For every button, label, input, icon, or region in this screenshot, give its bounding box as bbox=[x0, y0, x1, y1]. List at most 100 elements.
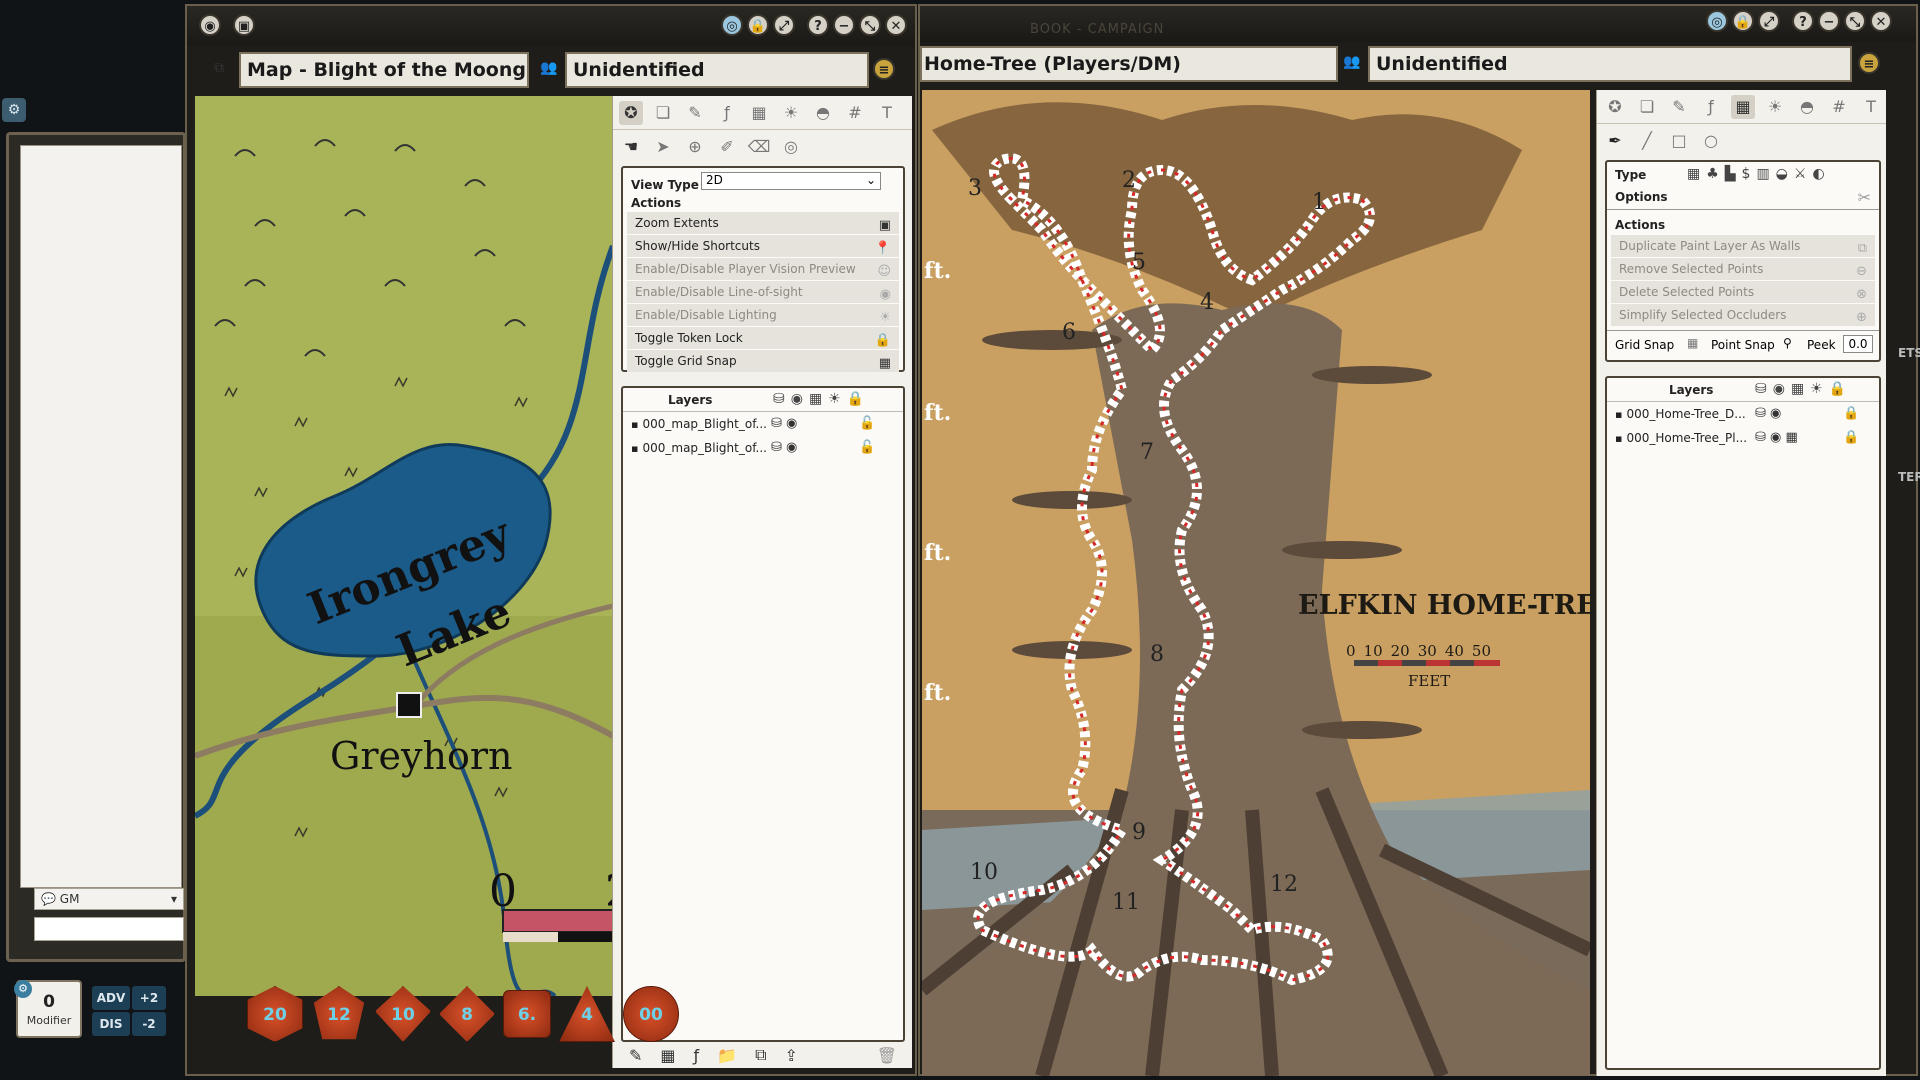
layer-item[interactable]: ▪ 000_Home-Tree_Pl... ⛁ ◉ ▦ 🔒 bbox=[1607, 426, 1879, 450]
layer-toggle-icons[interactable]: ⛁ ◉ bbox=[771, 412, 797, 436]
effect-tool-icon[interactable]: ƒ bbox=[715, 101, 739, 125]
mask-tool-icon[interactable]: ◓ bbox=[811, 101, 835, 125]
chat-input[interactable] bbox=[34, 917, 184, 941]
action-simplify-occluders[interactable]: Simplify Selected Occluders ⊕ bbox=[1611, 304, 1875, 326]
layer-toggle-icons[interactable]: ⛁ ◉ bbox=[771, 436, 797, 460]
share-icon[interactable]: ⤢ bbox=[773, 14, 795, 36]
link-icon[interactable]: ⧉ bbox=[209, 58, 229, 78]
die-d10[interactable]: 10 bbox=[375, 986, 431, 1042]
pointer-icon[interactable]: ➤ bbox=[651, 135, 675, 159]
action-lighting[interactable]: Enable/Disable Lighting ☀ bbox=[627, 304, 899, 326]
action-zoom-extents[interactable]: Zoom Extents ▣ bbox=[627, 212, 899, 234]
hand-icon[interactable]: ☚ bbox=[619, 135, 643, 159]
identity-menu-icon[interactable]: ≡ bbox=[1858, 52, 1880, 74]
ellipse-icon[interactable]: ○ bbox=[1699, 129, 1723, 153]
lock-icon[interactable]: 🔒 bbox=[1843, 402, 1859, 426]
mask-tool-icon[interactable]: ◓ bbox=[1795, 95, 1819, 119]
wall-tool-icon[interactable]: ▦ bbox=[747, 101, 771, 125]
grid-tool-icon[interactable]: # bbox=[843, 101, 867, 125]
chat-menu-icon[interactable]: ⚙ bbox=[2, 98, 26, 122]
die-d100[interactable]: 00 bbox=[623, 986, 679, 1042]
identity-menu-icon[interactable]: ≡ bbox=[873, 58, 895, 80]
adv-button[interactable]: ADV bbox=[92, 986, 130, 1010]
close-icon[interactable]: ✕ bbox=[885, 14, 907, 36]
layer-toggle-icons[interactable]: ⛁ ◉ bbox=[1755, 402, 1781, 426]
lock-icon[interactable]: 🔒 bbox=[747, 14, 769, 36]
chat-identity-select[interactable]: 💬 GM ▾ bbox=[34, 888, 184, 910]
image-tool-icon[interactable]: ✪ bbox=[1603, 95, 1627, 119]
window-copy-icon[interactable]: ▣ bbox=[233, 14, 255, 36]
die-d4[interactable]: 4 bbox=[559, 986, 615, 1042]
add-paint-icon[interactable]: ✎ bbox=[629, 1046, 642, 1065]
view-type-select[interactable]: 2D ⌄ bbox=[701, 172, 881, 190]
help-icon[interactable]: ? bbox=[807, 14, 829, 36]
add-wall-icon[interactable]: ▦ bbox=[660, 1046, 675, 1065]
grid-snap-toggle-icon[interactable]: ▦ bbox=[1687, 336, 1698, 350]
effect-tool-icon[interactable]: ƒ bbox=[1699, 95, 1723, 119]
paint-tool-icon[interactable]: ✎ bbox=[1667, 95, 1691, 119]
unlock-icon[interactable]: 🔓 bbox=[859, 436, 875, 460]
scissors-icon[interactable]: ✂ bbox=[1858, 188, 1871, 207]
minimize-icon[interactable]: − bbox=[1818, 10, 1840, 32]
action-delete-points[interactable]: Delete Selected Points ⊗ bbox=[1611, 281, 1875, 303]
layer-tool-icon[interactable]: ❏ bbox=[1635, 95, 1659, 119]
action-line-of-sight[interactable]: Enable/Disable Line-of-sight ◉ bbox=[627, 281, 899, 303]
target-icon[interactable]: ⊕ bbox=[683, 135, 707, 159]
add-folder-icon[interactable]: 📁 bbox=[717, 1046, 737, 1065]
wall-tool-icon[interactable]: ▦ bbox=[1731, 94, 1755, 119]
share-icon[interactable]: ⤢ bbox=[1758, 10, 1780, 32]
text-tool-icon[interactable]: T bbox=[875, 101, 899, 125]
zoom-icon[interactable]: ◎ bbox=[1706, 10, 1728, 32]
add-effect-icon[interactable]: ƒ bbox=[694, 1046, 700, 1065]
dis-button[interactable]: DIS bbox=[92, 1012, 130, 1036]
action-player-vision[interactable]: Enable/Disable Player Vision Preview ☺ bbox=[627, 258, 899, 280]
minus2-button[interactable]: -2 bbox=[132, 1012, 166, 1036]
layer-item[interactable]: ▪ 000_Home-Tree_D... ⛁ ◉ 🔒 bbox=[1607, 402, 1879, 426]
action-token-lock[interactable]: Toggle Token Lock 🔒 bbox=[627, 327, 899, 349]
layer-tool-icon[interactable]: ❏ bbox=[651, 101, 675, 125]
action-grid-snap[interactable]: Toggle Grid Snap ▦ bbox=[627, 350, 899, 372]
close-icon[interactable]: ✕ bbox=[1870, 10, 1892, 32]
die-d12[interactable]: 12 bbox=[313, 986, 365, 1040]
plus2-button[interactable]: +2 bbox=[132, 986, 166, 1010]
duplicate-icon[interactable]: ⧉ bbox=[755, 1045, 766, 1065]
lock-icon[interactable]: 🔒 bbox=[1732, 10, 1754, 32]
die-d8[interactable]: 8 bbox=[439, 986, 495, 1042]
settings-icon[interactable]: ⚙ bbox=[14, 980, 32, 998]
circle-icon[interactable]: ◎ bbox=[779, 135, 803, 159]
upload-icon[interactable]: ⇪ bbox=[785, 1046, 798, 1065]
map-canvas[interactable]: Irongrey Lake Greyhorn 0 2 bbox=[195, 96, 613, 996]
window-menu-icon[interactable]: ◉ bbox=[199, 14, 221, 36]
point-snap-toggle-icon[interactable]: ⚲ bbox=[1783, 336, 1792, 350]
trash-icon[interactable]: 🗑 bbox=[877, 1046, 905, 1065]
rectangle-icon[interactable]: □ bbox=[1667, 129, 1691, 153]
action-remove-points[interactable]: Remove Selected Points ⊖ bbox=[1611, 258, 1875, 280]
unlock-icon[interactable]: 🔓 bbox=[859, 412, 875, 436]
eraser-icon[interactable]: ⌫ bbox=[747, 135, 771, 159]
resize-icon[interactable]: ⤡ bbox=[859, 14, 881, 36]
layer-item[interactable]: ▪ 000_map_Blight_of... ⛁ ◉ 🔓 bbox=[623, 412, 903, 436]
image-tool-icon[interactable]: ✪ bbox=[619, 100, 643, 125]
lock-icon[interactable]: 🔒 bbox=[1843, 426, 1859, 450]
light-tool-icon[interactable]: ☀ bbox=[1763, 95, 1787, 119]
grid-tool-icon[interactable]: # bbox=[1827, 95, 1851, 119]
text-tool-icon[interactable]: T bbox=[1859, 95, 1883, 119]
peek-input[interactable]: 0.0 bbox=[1843, 335, 1873, 353]
pencil-icon[interactable]: ✐ bbox=[715, 135, 739, 159]
help-icon[interactable]: ? bbox=[1792, 10, 1814, 32]
layer-item[interactable]: ▪ 000_map_Blight_of... ⛁ ◉ 🔓 bbox=[623, 436, 903, 460]
wall-type-icons[interactable]: ▦♣▙$▥◒⚔◐ bbox=[1687, 166, 1831, 182]
line-icon[interactable]: ╱ bbox=[1635, 129, 1659, 153]
action-show-hide-shortcuts[interactable]: Show/Hide Shortcuts 📍 bbox=[627, 235, 899, 257]
pen-icon[interactable]: ✒ bbox=[1603, 129, 1627, 153]
layer-toggle-icons[interactable]: ⛁ ◉ ▦ bbox=[1755, 426, 1798, 450]
identity-field[interactable]: Unidentified bbox=[565, 52, 869, 88]
die-d20[interactable]: 20 bbox=[247, 986, 303, 1042]
die-d6[interactable]: 6. bbox=[503, 990, 551, 1038]
window-titlebar[interactable] bbox=[187, 6, 915, 46]
paint-tool-icon[interactable]: ✎ bbox=[683, 101, 707, 125]
minimize-icon[interactable]: − bbox=[833, 14, 855, 36]
action-duplicate-paint-layer[interactable]: Duplicate Paint Layer As Walls ⧉ bbox=[1611, 235, 1875, 257]
identity-field[interactable]: Unidentified bbox=[1368, 46, 1852, 82]
light-tool-icon[interactable]: ☀ bbox=[779, 101, 803, 125]
